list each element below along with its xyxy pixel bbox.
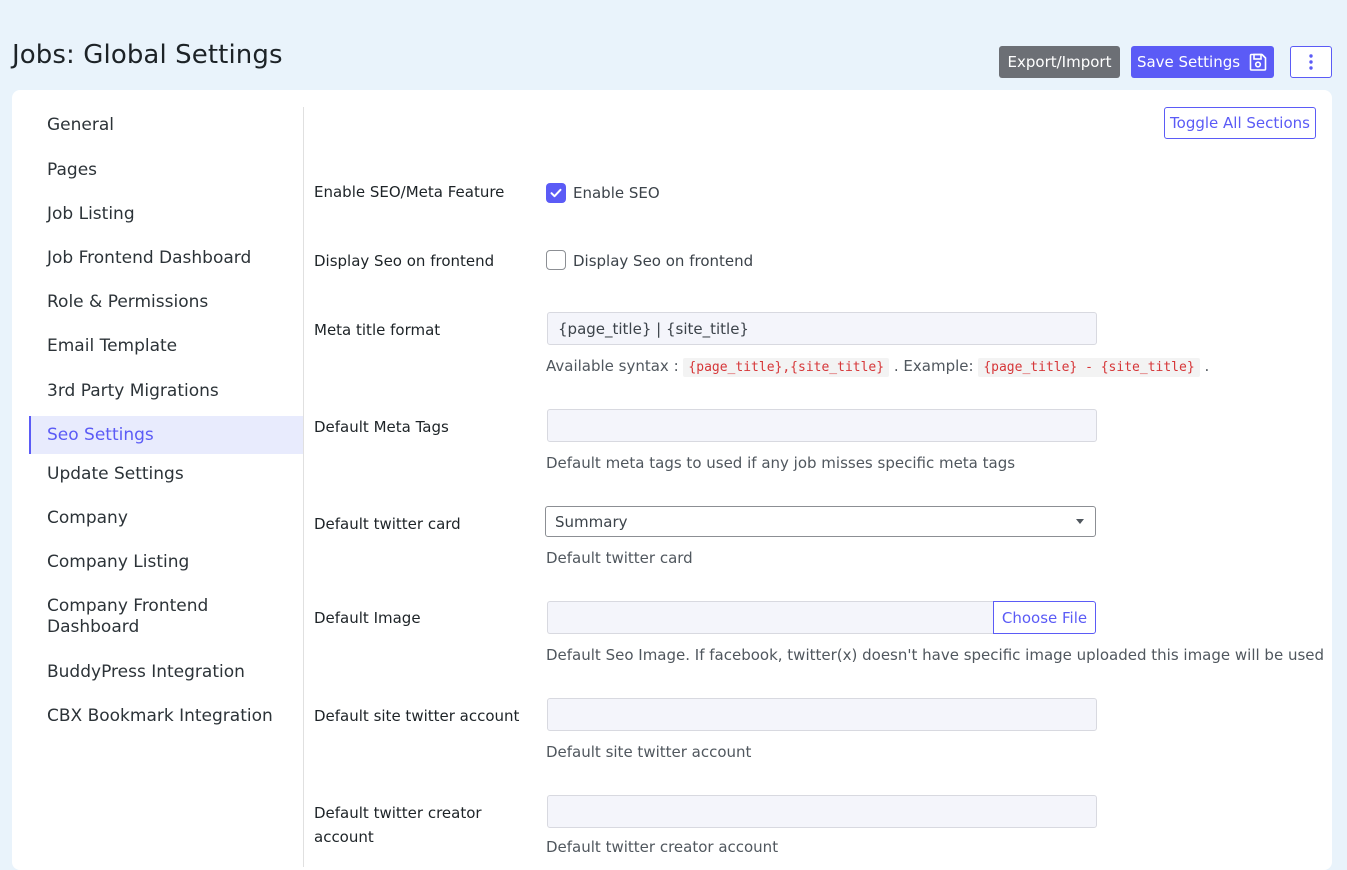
sidebar-item-3rd-party-migrations[interactable]: 3rd Party Migrations: [29, 381, 303, 402]
meta-title-help: Available syntax : {page_title},{site_ti…: [546, 357, 1210, 377]
site-twitter-input[interactable]: [547, 698, 1097, 731]
more-options-button[interactable]: [1290, 46, 1332, 78]
meta-title-label: Meta title format: [314, 321, 441, 339]
meta-title-syntax-code: {page_title},{site_title}: [683, 358, 890, 377]
save-settings-button[interactable]: Save Settings: [1131, 46, 1274, 78]
display-seo-label: Display Seo on frontend: [314, 252, 495, 270]
sidebar-item-update-settings[interactable]: Update Settings: [29, 464, 303, 485]
export-import-button[interactable]: Export/Import: [999, 46, 1120, 78]
sidebar-item-seo-settings[interactable]: Seo Settings: [29, 416, 303, 454]
page-title: Jobs: Global Settings: [12, 40, 283, 70]
meta-title-help-mid: . Example:: [893, 357, 974, 375]
meta-title-example-code: {page_title} - {site_title}: [978, 358, 1200, 377]
settings-card: General Pages Job Listing Job Frontend D…: [12, 90, 1332, 870]
display-seo-option-label: Display Seo on frontend: [573, 252, 754, 270]
settings-sidebar: General Pages Job Listing Job Frontend D…: [29, 107, 304, 867]
creator-twitter-help: Default twitter creator account: [546, 838, 779, 856]
vertical-dots-icon: [1309, 54, 1313, 70]
twitter-card-label: Default twitter card: [314, 515, 461, 533]
display-seo-checkbox[interactable]: [546, 250, 566, 270]
site-twitter-label: Default site twitter account: [314, 707, 520, 725]
checkmark-icon: [550, 188, 562, 198]
enable-seo-checkbox[interactable]: [546, 183, 566, 203]
enable-seo-option-label: Enable SEO: [573, 184, 660, 202]
save-settings-label: Save Settings: [1136, 53, 1241, 71]
caret-down-icon: [1076, 519, 1084, 524]
twitter-card-help: Default twitter card: [546, 549, 693, 567]
meta-title-input[interactable]: {page_title} | {site_title}: [547, 312, 1097, 345]
twitter-card-select[interactable]: Summary: [545, 506, 1096, 537]
creator-twitter-input[interactable]: [547, 795, 1097, 828]
meta-tags-input[interactable]: [547, 409, 1097, 442]
sidebar-item-company-frontend-dashboard[interactable]: Company Frontend Dashboard: [29, 596, 249, 638]
creator-twitter-label: Default twitter creator account: [314, 804, 482, 846]
enable-seo-label: Enable SEO/Meta Feature: [314, 183, 505, 201]
sidebar-item-pages[interactable]: Pages: [29, 160, 303, 181]
meta-title-help-prefix: Available syntax :: [546, 357, 679, 375]
default-image-input[interactable]: [547, 601, 994, 634]
default-image-label: Default Image: [314, 609, 421, 627]
sidebar-item-company[interactable]: Company: [29, 508, 303, 529]
meta-tags-help: Default meta tags to used if any job mis…: [546, 454, 1016, 472]
default-image-help: Default Seo Image. If facebook, twitter(…: [546, 646, 1325, 664]
twitter-card-selected-value: Summary: [555, 512, 628, 531]
sidebar-item-job-listing[interactable]: Job Listing: [29, 204, 303, 225]
sidebar-item-general[interactable]: General: [29, 115, 303, 136]
toggle-all-sections-button[interactable]: Toggle All Sections: [1164, 107, 1316, 139]
sidebar-item-company-listing[interactable]: Company Listing: [29, 552, 303, 573]
sidebar-item-buddypress-integration[interactable]: BuddyPress Integration: [29, 662, 303, 683]
sidebar-item-role-permissions[interactable]: Role & Permissions: [29, 292, 303, 313]
sidebar-item-job-frontend-dashboard[interactable]: Job Frontend Dashboard: [29, 248, 303, 269]
sidebar-item-email-template[interactable]: Email Template: [29, 336, 303, 357]
site-twitter-help: Default site twitter account: [546, 743, 752, 761]
export-import-label: Export/Import: [1007, 53, 1112, 71]
meta-tags-label: Default Meta Tags: [314, 418, 449, 436]
meta-title-help-suffix: .: [1204, 357, 1210, 375]
floppy-disk-icon: [1249, 53, 1267, 71]
sidebar-item-cbx-bookmark-integration[interactable]: CBX Bookmark Integration: [29, 706, 303, 727]
choose-file-button[interactable]: Choose File: [993, 601, 1096, 634]
